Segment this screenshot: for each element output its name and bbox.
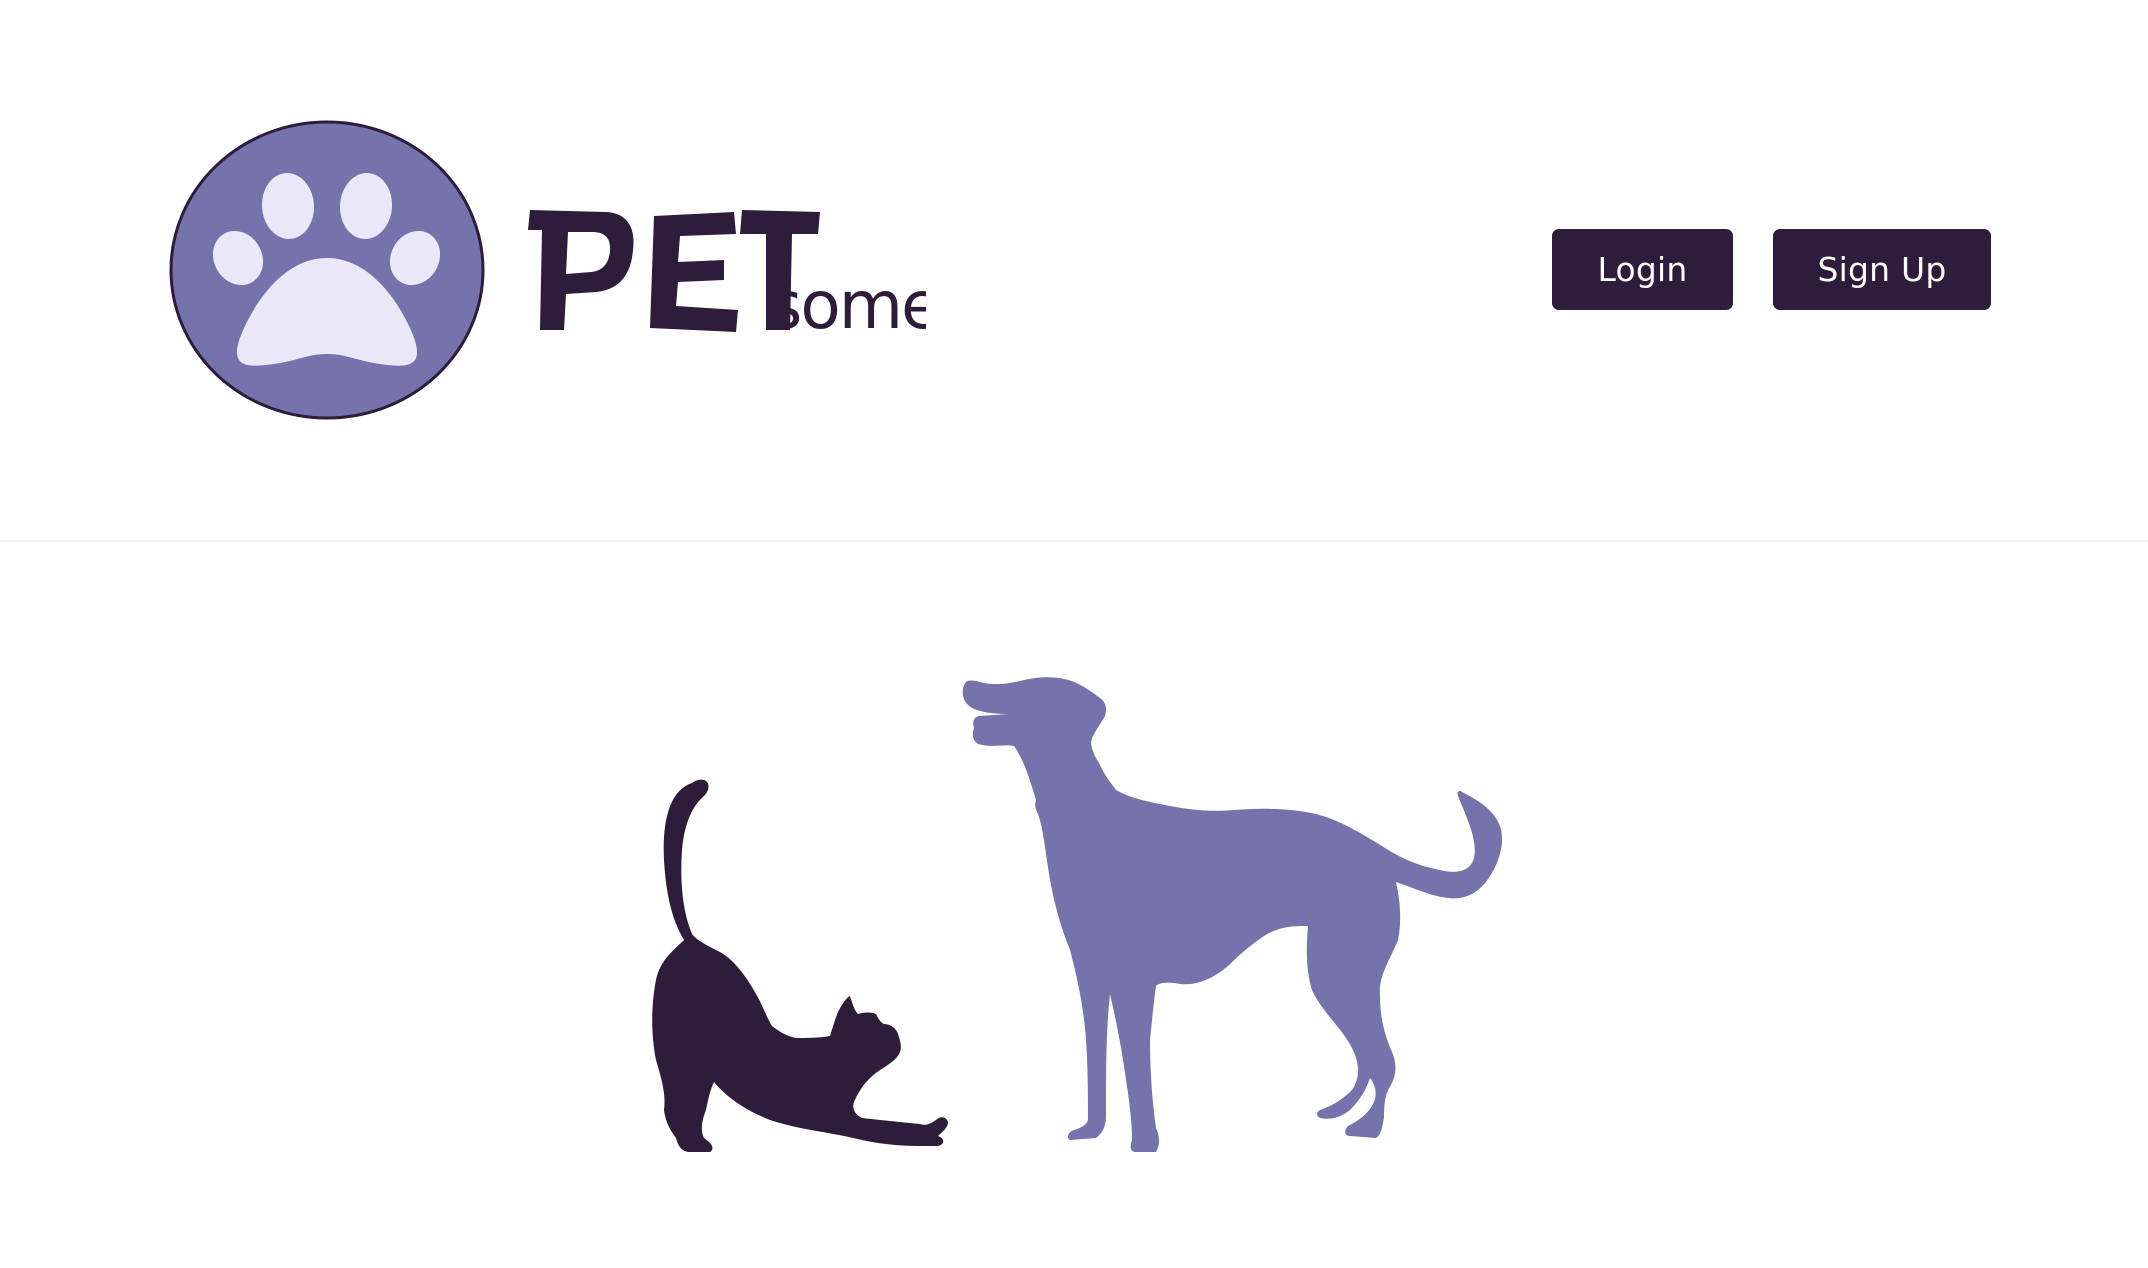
svg-text:some: some <box>768 267 926 344</box>
brand-logo[interactable]: some <box>166 118 926 428</box>
auth-nav: Login Sign Up <box>1552 229 1991 310</box>
site-header: some Login Sign Up <box>0 0 2148 542</box>
hero-illustration <box>600 650 1560 1170</box>
login-button[interactable]: Login <box>1552 229 1733 310</box>
dog-silhouette-icon <box>962 677 1503 1152</box>
cat-silhouette-icon <box>652 779 948 1152</box>
paw-logo-icon: some <box>169 120 926 420</box>
signup-button[interactable]: Sign Up <box>1773 229 1991 310</box>
